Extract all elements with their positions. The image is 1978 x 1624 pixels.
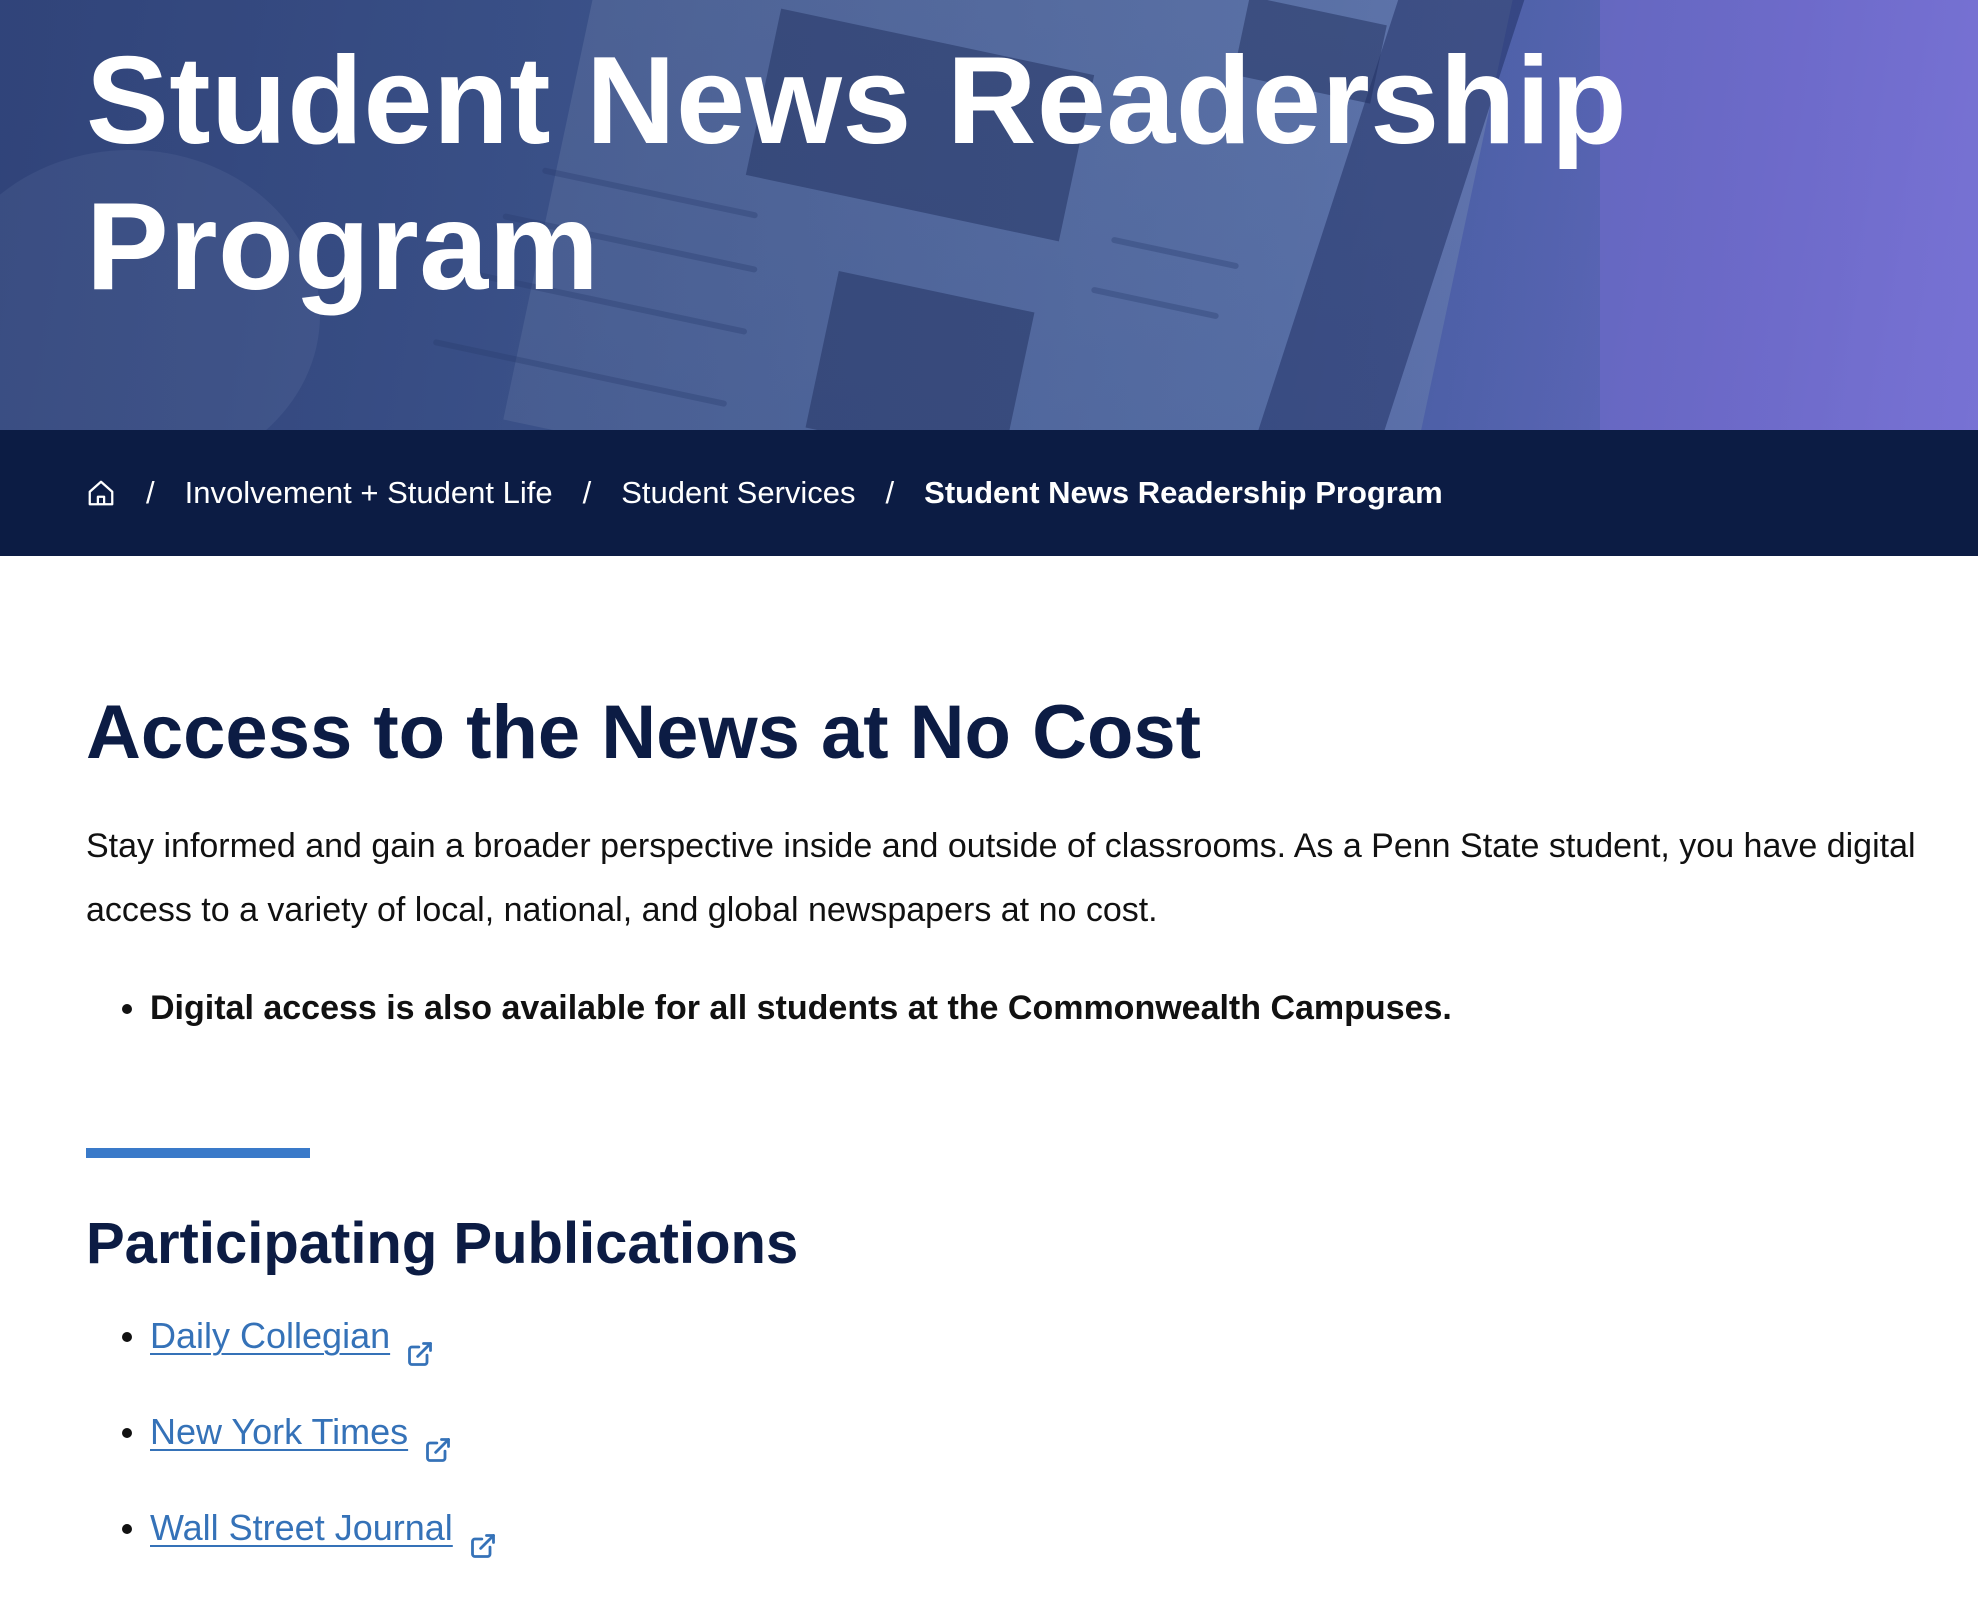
list-item: Daily Collegian (86, 1304, 497, 1400)
list-item: Wall Street Journal (86, 1496, 497, 1592)
bullet-text: Digital access is also available for all… (150, 989, 1452, 1027)
breadcrumb-separator: / (146, 475, 155, 510)
list-item: New York Times (86, 1400, 497, 1496)
hero-banner: Student News Readership Program (0, 0, 1978, 430)
section-heading-publications: Participating Publications (86, 1211, 799, 1276)
breadcrumb-involvement-student-life[interactable]: Involvement + Student Life (185, 475, 553, 511)
link-new-york-times[interactable]: New York Times (150, 1411, 408, 1452)
info-bullet-list: Digital access is also available for all… (86, 976, 1452, 1040)
bullet-dot (122, 1428, 132, 1438)
breadcrumb: / Involvement + Student Life / Student S… (0, 430, 1978, 556)
bullet-dot (122, 1524, 132, 1534)
bullet-dot (122, 1004, 132, 1014)
breadcrumb-current-page: Student News Readership Program (924, 475, 1443, 510)
home-icon[interactable] (86, 478, 116, 508)
publications-list: Daily Collegian New York Times Wall Stre… (86, 1304, 497, 1592)
list-item: Digital access is also available for all… (86, 976, 1452, 1040)
bullet-dot (122, 1332, 132, 1342)
external-link-icon[interactable] (469, 1516, 497, 1559)
intro-paragraph: Stay informed and gain a broader perspec… (86, 827, 1916, 929)
breadcrumb-separator: / (582, 475, 592, 510)
external-link-icon[interactable] (424, 1420, 452, 1463)
breadcrumb-student-services[interactable]: Student Services (621, 475, 855, 511)
link-wall-street-journal[interactable]: Wall Street Journal (150, 1507, 453, 1548)
link-daily-collegian[interactable]: Daily Collegian (150, 1315, 390, 1356)
page-title: Student News Readership Program (86, 32, 1628, 316)
external-link-icon[interactable] (406, 1324, 434, 1367)
section-heading-access: Access to the News at No Cost (86, 690, 1201, 775)
breadcrumb-separator: / (885, 475, 895, 510)
section-divider (86, 1148, 310, 1158)
